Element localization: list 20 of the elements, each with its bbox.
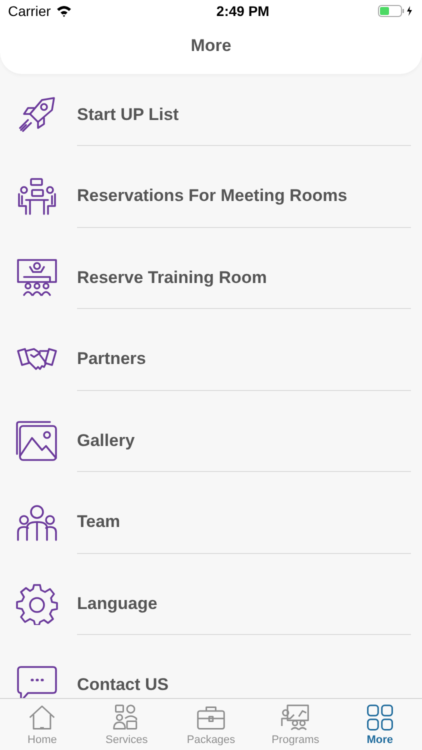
menu-item[interactable]: Gallery (77, 410, 411, 472)
gallery-icon (16, 420, 58, 462)
menu-item[interactable]: Start UP List (77, 84, 411, 146)
menu-item[interactable]: Team (77, 492, 411, 554)
menu-item[interactable]: Partners (77, 329, 411, 390)
battery-icon (378, 5, 414, 17)
carrier-name: Carrier (8, 3, 51, 19)
screen-title: More (190, 35, 232, 57)
menu-item[interactable]: Reserve Training Room (77, 248, 411, 309)
meeting-icon (16, 176, 58, 218)
chat-icon (16, 664, 58, 698)
tab-item[interactable]: More (338, 699, 422, 750)
menu-item[interactable]: Language (77, 574, 411, 635)
settings-icon (16, 583, 58, 626)
menu-item[interactable]: Reservations For Meeting Rooms (77, 166, 411, 228)
wifi-icon (56, 5, 72, 17)
clock-time: 2:49 PM (216, 3, 270, 19)
home-icon (27, 703, 58, 732)
grid-icon (364, 703, 395, 732)
presentation-icon (280, 703, 310, 732)
